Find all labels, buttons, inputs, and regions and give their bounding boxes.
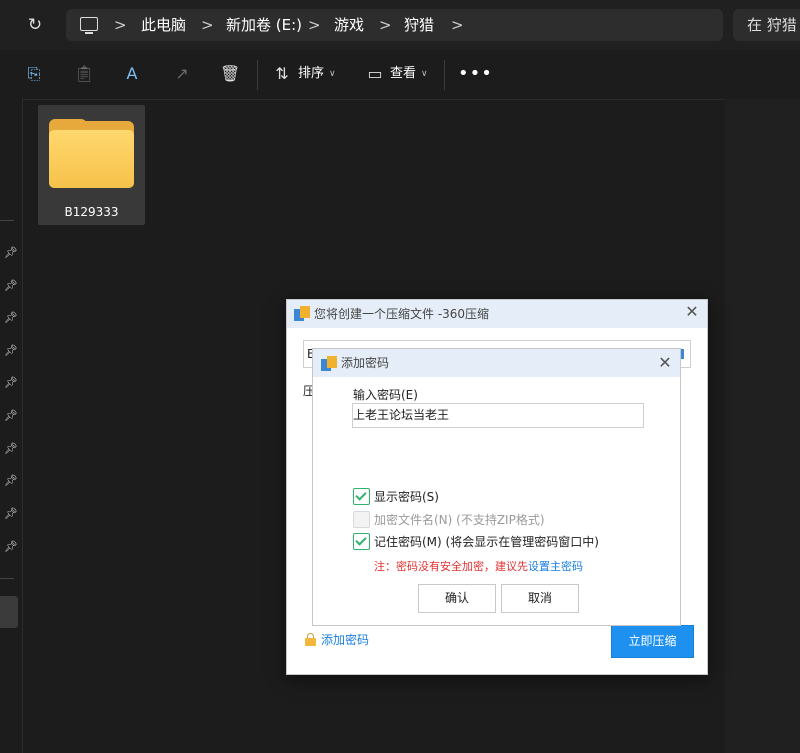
check-icon [355,489,367,501]
chevron-right-icon: > [379,16,392,34]
divider [0,578,14,579]
folder-name: B129333 [64,205,119,219]
divider [0,220,14,221]
lock-icon [305,633,316,646]
cancel-button[interactable]: 取消 [501,584,579,613]
search-placeholder: 在 狩猎 [747,16,797,34]
chevron-down-icon: ∨ [329,69,336,79]
pin-icon[interactable]: 📌︎ [4,474,18,488]
pin-icon[interactable]: 📌︎ [4,409,18,423]
details-pane [725,99,800,753]
delete-icon[interactable]: 🗑︎ [220,64,240,84]
address-bar[interactable]: > 此电脑 > 新加卷 (E:) > 游戏 > 狩猎 > [66,9,723,41]
warning-text: 注：密码没有安全加密，建议先 [374,560,528,573]
pin-icon[interactable]: 📌︎ [4,279,18,293]
remember-password-checkbox[interactable] [353,533,370,550]
password-label: 输入密码(E) [353,388,418,402]
pin-icon[interactable]: 📌︎ [4,311,18,325]
pin-icon[interactable]: 📌︎ [4,540,18,554]
encrypt-filename-checkbox [353,511,370,528]
encrypt-filename-label: 加密文件名(N) (不支持ZIP格式) [374,513,545,527]
add-password-dialog: 添加密码 ✕ 输入密码(E) 上老王论坛当老王 显示密码(S) 加密文件名(N)… [312,348,681,626]
pin-icon[interactable]: 📌︎ [4,507,18,521]
pin-icon[interactable]: 📌︎ [4,344,18,358]
sort-button[interactable]: 排序 [298,64,324,84]
password-input[interactable]: 上老王论坛当老王 [352,403,644,428]
toolbar-divider [444,60,445,90]
show-password-label[interactable]: 显示密码(S) [374,488,439,505]
rename-icon[interactable]: A [122,64,142,84]
more-options-button[interactable]: ••• [458,64,492,84]
address-bar-row: ↻ > 此电脑 > 新加卷 (E:) > 游戏 > 狩猎 > 在 狩猎 [0,0,800,50]
show-password-checkbox[interactable] [353,488,370,505]
app-360-icon [294,306,310,321]
dialog-titlebar: 添加密码 ✕ [313,349,680,377]
chevron-right-icon[interactable]: > [451,9,464,41]
view-icon[interactable]: ▭ [365,64,385,84]
close-icon[interactable]: ✕ [656,354,674,372]
ok-button[interactable]: 确认 [418,584,496,613]
refresh-icon[interactable]: ↻ [24,14,46,36]
share-icon[interactable]: ↗ [172,64,192,84]
add-password-link[interactable]: 添加密码 [321,632,369,648]
breadcrumb-item-games[interactable]: 游戏 [334,9,364,41]
chevron-right-icon: > [201,16,214,34]
set-master-password-link[interactable]: 设置主密码 [528,560,583,573]
breadcrumb-item-drive[interactable]: 新加卷 (E:) [226,9,302,41]
close-icon[interactable]: ✕ [683,303,701,321]
chevron-right-icon: > [114,16,127,34]
command-bar: ⎘ 📋︎ A ↗ 🗑︎ ⇅ 排序 ∨ ▭ 查看 ∨ ••• [0,50,800,100]
computer-icon [80,17,98,34]
password-value: 上老王论坛当老王 [353,408,450,422]
chevron-down-icon: ∨ [421,69,428,79]
chevron-right-icon: > [308,16,321,34]
breadcrumb-item-this-pc[interactable]: 此电脑 [141,9,186,41]
pin-icon[interactable]: 📌︎ [4,376,18,390]
navigation-pane: 📌︎ 📌︎ 📌︎ 📌︎ 📌︎ 📌︎ 📌︎ 📌︎ 📌︎ 📌︎ [0,99,23,753]
sort-icon[interactable]: ⇅ [272,64,292,84]
app-360-icon [321,356,337,371]
dialog-title: 您将创建一个压缩文件 -360压缩 [314,307,490,321]
selected-nav-item[interactable] [0,596,18,628]
breadcrumb-item-hunting[interactable]: 狩猎 [404,9,434,41]
search-box[interactable]: 在 狩猎 [733,9,800,41]
dialog-title: 添加密码 [341,356,390,370]
folder-icon-front [49,130,134,188]
check-icon [355,534,367,546]
paste-icon[interactable]: 📋︎ [74,64,94,84]
pin-icon[interactable]: 📌︎ [4,442,18,456]
pin-icon[interactable]: 📌︎ [4,246,18,260]
compress-now-button[interactable]: 立即压缩 [611,625,694,658]
toolbar-divider [257,60,258,90]
remember-password-label[interactable]: 记住密码(M) (将会显示在管理密码窗口中) [374,533,599,550]
view-button[interactable]: 查看 [390,64,416,84]
folder-item[interactable]: B129333 [38,105,145,225]
copy-icon[interactable]: ⎘ [24,64,44,84]
dialog-titlebar: 您将创建一个压缩文件 -360压缩 ✕ [287,300,707,328]
security-warning: 注：密码没有安全加密，建议先设置主密码 [374,558,583,574]
